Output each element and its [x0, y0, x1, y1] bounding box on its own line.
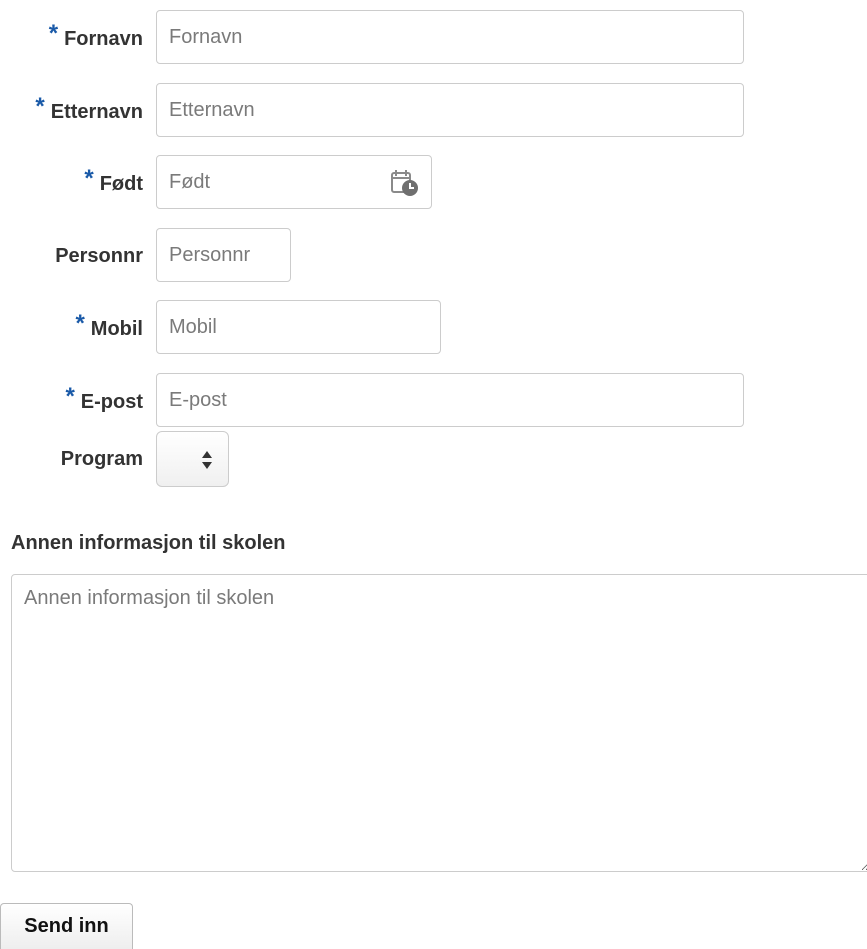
registration-form: *Fornavn *Etternavn *Født P — [0, 0, 867, 949]
label-fodt-text: Født — [99, 173, 143, 195]
mobil-input[interactable] — [156, 300, 441, 354]
label-personnr: Personnr — [55, 245, 143, 267]
label-program: Program — [60, 448, 143, 470]
date-field-wrapper — [156, 155, 432, 211]
label-epost: * E-post — [65, 373, 143, 429]
row-personnr: Personnr — [0, 228, 867, 284]
etternavn-input[interactable] — [156, 83, 744, 137]
select-arrows-icon — [202, 451, 212, 469]
submit-button[interactable]: Send inn — [0, 903, 133, 949]
epost-input[interactable] — [156, 373, 744, 427]
label-mobil: * Mobil — [75, 300, 143, 356]
other-info-heading: Annen informasjon til skolen — [11, 532, 286, 554]
row-fodt: * Født — [0, 155, 867, 211]
required-marker: * — [35, 93, 45, 120]
other-info-textarea[interactable] — [11, 574, 867, 872]
calendar-clock-icon[interactable] — [390, 168, 420, 198]
label-epost-text: E-post — [80, 391, 143, 413]
personnr-input[interactable] — [156, 228, 291, 282]
row-program: Program — [0, 431, 867, 487]
label-etternavn: * Etternavn — [35, 83, 143, 139]
label-fodt: * Født — [84, 155, 143, 211]
row-epost: * E-post — [0, 373, 867, 429]
row-fornavn: * Fornavn — [0, 10, 867, 66]
label-mobil-text: Mobil — [90, 318, 143, 340]
fornavn-input[interactable] — [156, 10, 744, 64]
required-marker: * — [84, 165, 94, 192]
required-marker: * — [75, 310, 85, 337]
required-marker: * — [65, 383, 75, 410]
row-etternavn: * Etternavn — [0, 83, 867, 139]
label-etternavn-text: Etternavn — [50, 101, 143, 123]
program-select[interactable] — [156, 431, 229, 487]
row-mobil: * Mobil — [0, 300, 867, 356]
label-fornavn-text: Fornavn — [64, 28, 143, 50]
label-fornavn: * Fornavn — [49, 10, 143, 66]
required-marker: * — [48, 20, 59, 47]
